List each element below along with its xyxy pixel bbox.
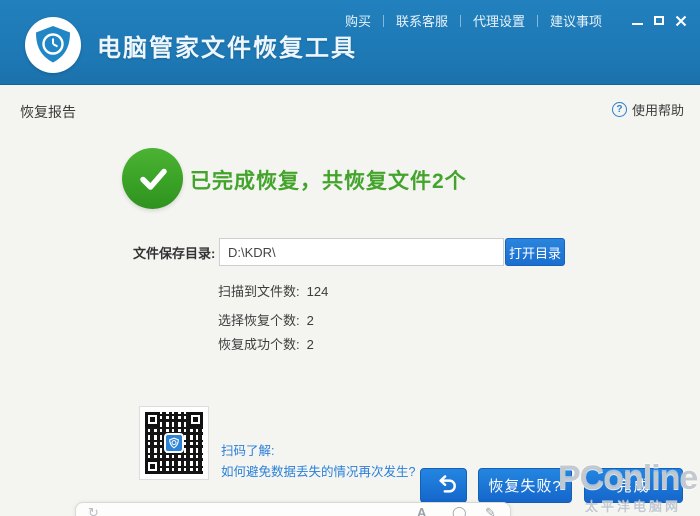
qr-code (139, 406, 209, 480)
undo-arrow-icon (438, 474, 456, 493)
minimize-icon (631, 22, 643, 25)
app-title: 电脑管家文件恢复工具 (97, 34, 357, 62)
stat-label: 扫描到文件数: (218, 284, 300, 299)
redo-icon[interactable]: ↻ (88, 506, 99, 516)
menu-contact-support[interactable]: 联系客服 (388, 9, 456, 32)
stat-value: 2 (306, 313, 314, 328)
stat-label: 选择恢复个数: (218, 313, 300, 328)
minimize-button[interactable] (628, 13, 646, 29)
menu-separator (459, 14, 461, 27)
result-message: 已完成恢复，共恢复文件2个 (190, 170, 467, 193)
menu-suggestions[interactable]: 建议事项 (542, 9, 610, 32)
qr-finder-icon (145, 459, 160, 474)
background-toolbar: ↻ A ◯ ✎ (75, 502, 511, 516)
app-window: 电脑管家文件恢复工具 购买 联系客服 代理设置 建议事项 恢复报告 ? 使用帮助… (0, 0, 700, 516)
shape-tool-icon[interactable]: ◯ (452, 506, 467, 516)
back-button[interactable] (420, 468, 467, 503)
qr-finder-icon (188, 412, 203, 427)
qr-caption: 扫码了解: (221, 444, 275, 458)
qr-shield-icon (164, 433, 184, 453)
pen-tool-icon[interactable]: ✎ (485, 506, 496, 516)
stat-value: 2 (306, 337, 314, 352)
brand: 电脑管家文件恢复工具 (25, 17, 357, 73)
titlebar: 电脑管家文件恢复工具 购买 联系客服 代理设置 建议事项 (0, 0, 700, 85)
save-dir-input[interactable] (219, 238, 504, 266)
stat-recovered-files: 恢复成功个数: 2 (218, 334, 314, 353)
stat-value: 124 (306, 284, 329, 299)
close-button[interactable] (672, 13, 690, 29)
help-icon: ? (611, 102, 627, 117)
maximize-icon (654, 16, 664, 25)
help-label: 使用帮助 (631, 103, 684, 118)
menu-separator (536, 14, 538, 27)
titlebar-menu: 购买 联系客服 代理设置 建议事项 (337, 9, 690, 32)
stat-label: 恢复成功个数: (218, 337, 300, 352)
window-controls (624, 13, 690, 29)
menu-buy[interactable]: 购买 (337, 9, 379, 32)
stat-selected-files: 选择恢复个数: 2 (218, 310, 314, 329)
close-icon (675, 15, 687, 26)
maximize-button[interactable] (650, 13, 668, 29)
save-dir-label: 文件保存目录: (133, 246, 216, 261)
done-button[interactable]: 完成 (584, 468, 683, 503)
page-title: 恢复报告 (20, 104, 76, 120)
help-link[interactable]: ? 使用帮助 (611, 100, 684, 119)
qr-link[interactable]: 如何避免数据丢失的情况再次发生? (221, 461, 415, 480)
menu-proxy-settings[interactable]: 代理设置 (465, 9, 533, 32)
success-check-icon (122, 148, 183, 209)
stat-scanned-files: 扫描到文件数: 124 (218, 281, 328, 300)
recovery-failed-button[interactable]: 恢复失败? (478, 468, 572, 503)
text-tool-icon[interactable]: A (417, 506, 426, 516)
qr-finder-icon (145, 412, 160, 427)
open-dir-button[interactable]: 打开目录 (505, 238, 565, 266)
app-logo-icon (25, 17, 81, 73)
menu-separator (382, 14, 384, 27)
